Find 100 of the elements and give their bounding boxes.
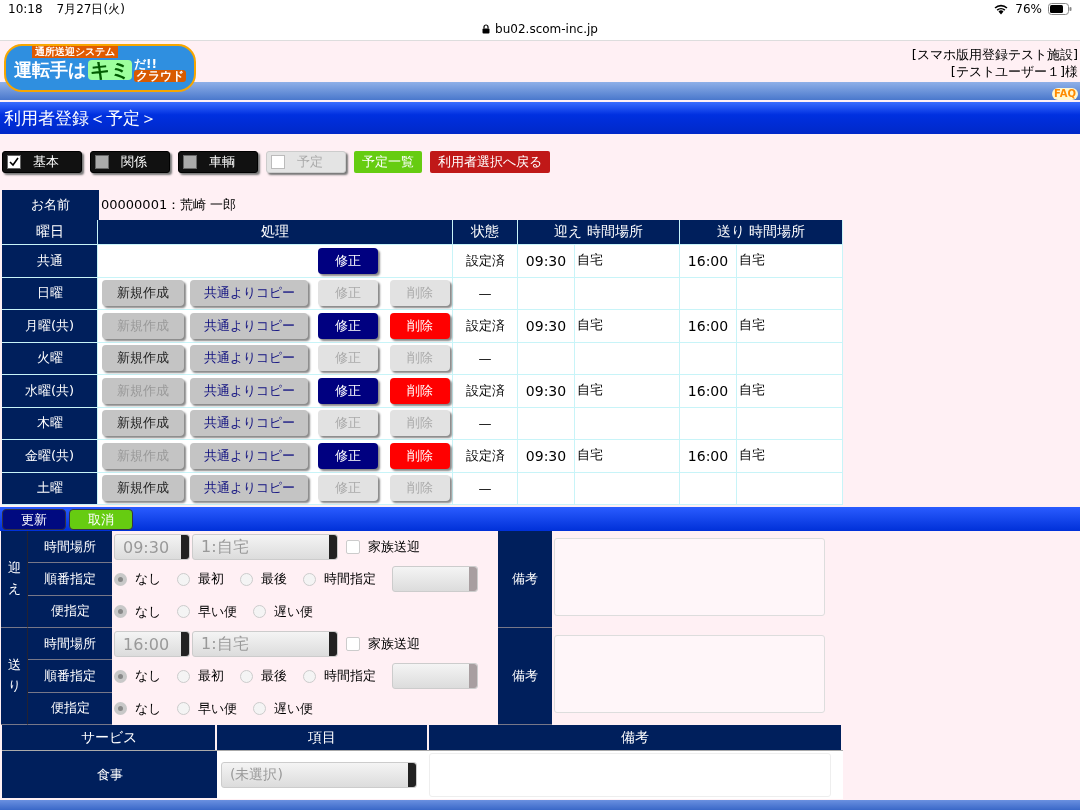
logo-tagline: 通所送迎システム bbox=[32, 46, 118, 58]
update-button[interactable]: 更新 bbox=[2, 508, 66, 530]
service-name: 食事 bbox=[2, 750, 217, 798]
copy-button[interactable]: 共通よりコピー bbox=[190, 312, 308, 339]
notes-field[interactable] bbox=[554, 538, 825, 616]
delete-button[interactable]: 削除 bbox=[390, 312, 450, 339]
radio-button[interactable] bbox=[177, 605, 190, 619]
status-cell: — bbox=[453, 277, 518, 309]
checkbox-label: 家族送迎 bbox=[368, 538, 420, 557]
new-button[interactable]: 新規作成 bbox=[102, 280, 184, 307]
column-header: 送り 時間場所 bbox=[680, 220, 843, 244]
new-button[interactable]: 新規作成 bbox=[102, 475, 184, 502]
radio-label: 遅い便 bbox=[274, 602, 313, 621]
edit-button[interactable]: 修正 bbox=[318, 312, 378, 339]
copy-button[interactable]: 共通よりコピー bbox=[190, 410, 308, 437]
column-header: サービス bbox=[2, 725, 217, 750]
radio-button[interactable] bbox=[240, 670, 253, 683]
delete-button[interactable]: 削除 bbox=[390, 377, 450, 404]
name-label: お名前 bbox=[2, 190, 99, 220]
radio-button[interactable] bbox=[177, 702, 190, 716]
new-button[interactable]: 新規作成 bbox=[102, 410, 184, 437]
dropoff-place: 自宅 bbox=[739, 317, 765, 332]
radio-label: 遅い便 bbox=[274, 699, 313, 718]
day-label: 水曜(共) bbox=[2, 375, 98, 407]
faq-link[interactable]: FAQ bbox=[1052, 88, 1078, 100]
tab[interactable]: 車輌 bbox=[178, 151, 258, 173]
copy-button[interactable]: 共通よりコピー bbox=[190, 280, 308, 307]
copy-button[interactable]: 共通よりコピー bbox=[190, 345, 308, 372]
checkbox[interactable] bbox=[346, 637, 360, 652]
status-cell: — bbox=[453, 407, 518, 439]
status-cell: 設定済 bbox=[453, 245, 518, 277]
pickup-time: 09:30 bbox=[525, 252, 567, 269]
schedule-list-button[interactable]: 予定一覧 bbox=[354, 151, 422, 173]
radio-label: 時間指定 bbox=[324, 667, 376, 686]
radio-button[interactable] bbox=[303, 573, 316, 586]
radio-label: 最後 bbox=[261, 667, 287, 686]
radio-button[interactable] bbox=[177, 573, 190, 586]
radio-button[interactable] bbox=[253, 605, 266, 619]
status-cell: 設定済 bbox=[453, 310, 518, 342]
facility-name: [スマホ版用登録テスト施設] bbox=[911, 46, 1078, 63]
field-label: 順番指定 bbox=[28, 660, 112, 693]
radio-button[interactable] bbox=[253, 702, 266, 716]
column-header: 状態 bbox=[453, 220, 518, 244]
notes-field[interactable] bbox=[554, 635, 825, 713]
day-label: 金曜(共) bbox=[2, 440, 98, 472]
time-select[interactable] bbox=[392, 566, 478, 593]
copy-button[interactable]: 共通よりコピー bbox=[190, 377, 308, 404]
status-cell: — bbox=[453, 342, 518, 374]
pickup-place: 自宅 bbox=[577, 317, 603, 332]
radio-button[interactable] bbox=[303, 670, 316, 683]
status-cell: 設定済 bbox=[453, 375, 518, 407]
pickup-place: 自宅 bbox=[577, 447, 603, 462]
radio-label: 時間指定 bbox=[324, 570, 376, 589]
battery-icon bbox=[1048, 3, 1072, 15]
tab[interactable]: 基本 bbox=[2, 151, 82, 173]
radio-label: なし bbox=[135, 570, 161, 589]
radio-button[interactable] bbox=[114, 670, 127, 683]
copy-button[interactable]: 共通よりコピー bbox=[190, 475, 308, 502]
edit-button[interactable]: 修正 bbox=[318, 247, 378, 274]
edit-button[interactable]: 修正 bbox=[318, 442, 378, 469]
dropoff-time: 16:00 bbox=[687, 252, 729, 269]
place-select[interactable]: 1:自宅 bbox=[192, 534, 338, 561]
status-date: 7月27日(火) bbox=[56, 0, 125, 18]
radio-label: 最後 bbox=[261, 570, 287, 589]
day-label: 日曜 bbox=[2, 277, 98, 309]
tab[interactable]: 関係 bbox=[90, 151, 170, 173]
radio-button[interactable] bbox=[114, 573, 127, 586]
radio-button[interactable] bbox=[114, 605, 127, 619]
radio-button[interactable] bbox=[177, 670, 190, 683]
radio-label: なし bbox=[135, 667, 161, 686]
dropoff-time: 16:00 bbox=[687, 447, 729, 464]
back-button[interactable]: 利用者選択へ戻る bbox=[430, 151, 550, 173]
checkbox[interactable] bbox=[346, 540, 360, 555]
new-button[interactable]: 新規作成 bbox=[102, 345, 184, 372]
url-text[interactable]: bu02.scom-inc.jp bbox=[495, 22, 598, 36]
time-select[interactable] bbox=[392, 663, 478, 690]
copy-button[interactable]: 共通よりコピー bbox=[190, 442, 308, 469]
radio-button[interactable] bbox=[240, 573, 253, 586]
dropoff-time: 16:00 bbox=[687, 317, 729, 334]
radio-label: 最初 bbox=[198, 667, 224, 686]
field-label: 順番指定 bbox=[28, 563, 112, 596]
checkbox-label: 家族送迎 bbox=[368, 635, 420, 654]
dropoff-place: 自宅 bbox=[739, 447, 765, 462]
time-select[interactable]: 09:30 bbox=[114, 534, 190, 561]
field-label: 時間場所 bbox=[28, 531, 112, 564]
lock-icon bbox=[482, 24, 491, 34]
cancel-button[interactable]: 取消 bbox=[69, 508, 133, 530]
item-select[interactable]: (未選択) bbox=[221, 762, 417, 788]
radio-button[interactable] bbox=[114, 702, 127, 716]
day-label: 土曜 bbox=[2, 472, 98, 504]
delete-button[interactable]: 削除 bbox=[390, 442, 450, 469]
logo-highlight: キミ bbox=[88, 60, 132, 80]
edit-button[interactable]: 修正 bbox=[318, 377, 378, 404]
place-select[interactable]: 1:自宅 bbox=[192, 631, 338, 658]
logo-title: 運転手は bbox=[14, 61, 86, 79]
user-name: [テストユーザー１]様 bbox=[950, 63, 1078, 80]
pickup-time: 09:30 bbox=[525, 317, 567, 334]
pickup-time: 09:30 bbox=[525, 447, 567, 464]
dropoff-place: 自宅 bbox=[739, 382, 765, 397]
time-select[interactable]: 16:00 bbox=[114, 631, 190, 658]
